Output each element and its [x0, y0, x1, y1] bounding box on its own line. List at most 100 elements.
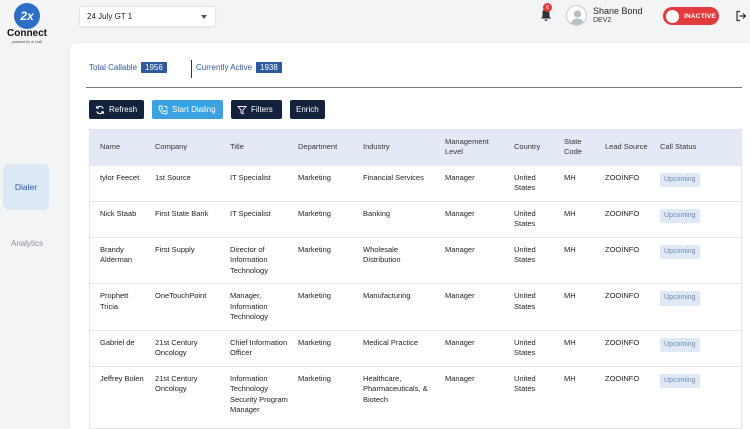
lead-title-cell: Manager, Information Technology: [220, 283, 288, 330]
lead-source-cell: ZOOINFO: [595, 236, 650, 284]
lead-company-cell: First State Bank: [145, 200, 220, 237]
lead-state-code-cell: MH: [554, 329, 595, 366]
table-row[interactable]: tylor Feecet 1st Source IT Specialist Marke…: [90, 164, 741, 201]
lead-industry: Medical Practice: [363, 337, 419, 347]
list-select-dropdown[interactable]: 24 July GT 1: [79, 6, 216, 27]
lead-company: First State Bank: [155, 208, 209, 218]
filters-button[interactable]: Filters: [231, 100, 282, 119]
lead-title-cell: Chief Information Officer: [220, 329, 288, 366]
lead-department: Marketing: [298, 291, 331, 300]
lead-country: United States: [514, 337, 536, 358]
lead-industry: Wholesale Distribution: [363, 244, 401, 265]
status-badge[interactable]: Upcoming: [660, 373, 700, 388]
notification-badge: 6: [543, 3, 552, 12]
lead-industry: Manufacturing: [363, 291, 411, 300]
lead-company: 21st Century Oncology: [155, 337, 198, 358]
sidebar-item-label: Dialer: [14, 182, 38, 192]
status-badge[interactable]: Upcoming: [660, 337, 700, 352]
column-header[interactable]: Lead Source: [595, 130, 650, 165]
status-badge[interactable]: Upcoming: [660, 244, 700, 259]
sidebar-item-dialer[interactable]: Dialer: [3, 164, 49, 210]
top-header: 24 July GT 1 6 Shane Bond DEV2 INACTIVE: [54, 0, 750, 34]
logo-powered-by: powered by ⊛ 1sell: [11, 40, 43, 44]
lead-country-cell: United States: [504, 236, 554, 284]
start-dialing-label: Start Dialing: [172, 105, 216, 114]
total-callable-count: 1956: [141, 62, 167, 73]
column-header[interactable]: Name: [90, 130, 145, 165]
refresh-button[interactable]: Refresh: [89, 100, 144, 119]
status-badge[interactable]: Upcoming: [660, 172, 700, 187]
column-header[interactable]: Management Level: [435, 130, 504, 165]
lead-industry: Banking: [363, 208, 391, 218]
column-header[interactable]: Country: [504, 130, 554, 165]
lead-industry: Healthcare, Pharmaceuticals, & Biotech: [363, 373, 428, 404]
lead-name-cell: Brandy Alderman: [90, 236, 145, 284]
sidebar: 2x Connect powered by ⊛ 1sell Dialer Ana…: [0, 0, 54, 429]
caret-down-icon: [201, 15, 207, 19]
lead-state-code-cell: MH: [554, 200, 595, 237]
lead-state-code: MH: [564, 337, 576, 347]
enrich-button[interactable]: Enrich: [290, 100, 325, 119]
lead-industry-cell: Wholesale Distribution: [353, 236, 435, 284]
column-header[interactable]: Department: [288, 130, 353, 165]
lead-department-cell: Marketing: [288, 329, 353, 366]
user-name: Shane Bond: [593, 6, 643, 16]
table-row[interactable]: Jeffrey Bolen 21st Century Oncology Inform…: [90, 365, 741, 423]
table-row[interactable]: Nick Staab First State Bank IT Specialist M…: [90, 200, 741, 237]
lead-department-cell: Marketing: [288, 236, 353, 284]
lead-name-cell: Gabriel de: [90, 329, 145, 366]
filter-icon: [237, 105, 247, 115]
lead-state-code-cell: MH: [554, 283, 595, 330]
lead-country-cell: United States: [504, 365, 554, 423]
column-header[interactable]: State Code: [554, 130, 595, 165]
lead-country: United States: [514, 172, 536, 193]
status-badge[interactable]: Upcoming: [660, 208, 700, 223]
logo-badge: 2x: [14, 3, 40, 29]
lead-state-code-cell: MH: [554, 236, 595, 284]
lead-company-cell: OneTouchPoint: [145, 283, 220, 330]
dialer-panel: Total Callable 1956 Currently Active 193…: [70, 43, 750, 429]
lead-department: Marketing: [298, 337, 331, 347]
lead-country-cell: United States: [504, 164, 554, 201]
status-badge[interactable]: Upcoming: [660, 291, 700, 306]
lead-department-cell: Marketing: [288, 365, 353, 423]
lead-state-code-cell: MH: [554, 164, 595, 201]
table-row[interactable]: Brandy Alderman First Supply Director of I…: [90, 236, 741, 284]
lead-name: Jeffrey Bolen: [100, 373, 144, 383]
lead-source: ZOOINFO: [605, 337, 640, 347]
lead-title: Chief Information Officer: [230, 337, 288, 358]
lead-company-cell: First Supply: [145, 236, 220, 284]
column-header[interactable]: Call Status: [650, 130, 741, 165]
currently-active-count: 1938: [256, 62, 282, 73]
lead-industry-cell: Manufacturing: [353, 283, 435, 330]
lead-country: United States: [514, 208, 536, 229]
lead-title: Manager, Information Technology: [230, 291, 268, 321]
table-row[interactable]: Prophett Tricia OneTouchPoint Manager, Inf…: [90, 283, 741, 330]
column-header[interactable]: Company: [145, 130, 220, 165]
column-header[interactable]: Title: [220, 130, 288, 165]
lead-title: IT Specialist: [230, 208, 271, 218]
table-row[interactable]: Gabriel de 21st Century Oncology Chief Inf…: [90, 329, 741, 366]
lead-company-cell: 1st Source: [145, 164, 220, 201]
lead-country: United States: [514, 373, 536, 394]
sidebar-item-analytics[interactable]: Analytics: [0, 239, 54, 248]
user-role: DEV2: [593, 17, 612, 24]
lead-country-cell: United States: [504, 283, 554, 330]
stats-divider: [86, 87, 742, 88]
lead-source: ZOOINFO: [605, 291, 640, 300]
lead-department: Marketing: [298, 373, 331, 383]
phone-icon: [158, 105, 168, 114]
lead-industry: Financial Services: [363, 172, 424, 182]
lead-title: IT Specialist: [230, 172, 271, 182]
lead-management-level-cell: Manager: [435, 365, 504, 423]
column-header[interactable]: Industry: [353, 130, 435, 165]
leads-table-container[interactable]: Name Company Title Department Industry M…: [89, 129, 742, 429]
lead-source: ZOOINFO: [605, 208, 640, 218]
user-silhouette-icon: [570, 10, 585, 25]
lead-source-cell: ZOOINFO: [595, 283, 650, 330]
logout-icon[interactable]: [735, 10, 747, 22]
start-dialing-button[interactable]: Start Dialing: [152, 100, 223, 119]
avatar[interactable]: [566, 5, 587, 26]
app-logo[interactable]: 2x Connect powered by ⊛ 1sell: [4, 3, 50, 49]
availability-toggle[interactable]: INACTIVE: [663, 7, 719, 25]
